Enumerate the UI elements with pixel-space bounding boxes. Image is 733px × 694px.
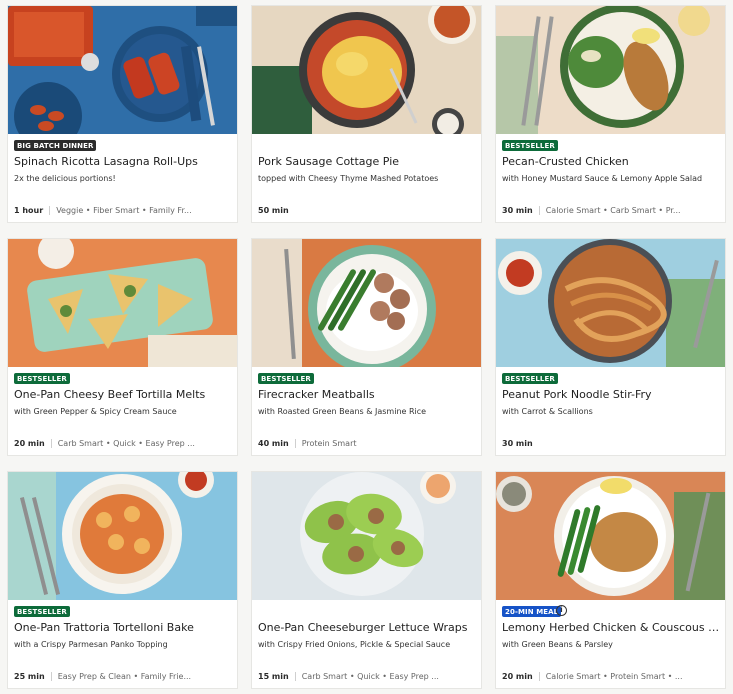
recipe-time: 30 min bbox=[502, 439, 533, 448]
recipe-card[interactable]: BESTSELLER One-Pan Trattoria Tortelloni … bbox=[8, 472, 237, 688]
recipe-image[interactable] bbox=[8, 6, 237, 134]
recipe-title[interactable]: Pork Sausage Cottage Pie bbox=[258, 155, 476, 168]
recipe-subtitle: with Honey Mustard Sauce & Lemony Apple … bbox=[502, 174, 703, 183]
recipe-card[interactable]: BESTSELLER Firecracker Meatballs with Ro… bbox=[252, 239, 481, 455]
recipe-image[interactable] bbox=[496, 239, 725, 367]
recipe-image[interactable] bbox=[496, 472, 725, 600]
recipe-time: 40 min bbox=[258, 439, 289, 448]
recipe-title[interactable]: Lemony Herbed Chicken & Couscous Ski... bbox=[502, 621, 720, 634]
bestseller-badge: BESTSELLER bbox=[502, 140, 558, 151]
recipe-subtitle: with Crispy Fried Onions, Pickle & Speci… bbox=[258, 640, 451, 649]
divider bbox=[538, 672, 540, 681]
big-batch-badge: BIG BATCH DINNER bbox=[14, 140, 97, 151]
recipe-card[interactable]: Pork Sausage Cottage Pie topped with Che… bbox=[252, 6, 481, 222]
bestseller-badge: BESTSELLER bbox=[14, 373, 70, 384]
recipe-subtitle: 2x the delicious portions! bbox=[14, 174, 116, 183]
recipe-tags: Easy Prep & Clean • Family Frie... bbox=[57, 672, 192, 681]
recipe-image[interactable] bbox=[496, 6, 725, 134]
recipe-image[interactable] bbox=[252, 239, 481, 367]
recipe-title[interactable]: Pecan-Crusted Chicken bbox=[502, 155, 720, 168]
recipe-title[interactable]: Firecracker Meatballs bbox=[258, 388, 476, 401]
recipe-card[interactable]: BIG BATCH DINNER Spinach Ricotta Lasagna… bbox=[8, 6, 237, 222]
recipe-title[interactable]: One-Pan Trattoria Tortelloni Bake bbox=[14, 621, 232, 634]
recipe-meta: 1 hour Veggie • Fiber Smart • Family Fr.… bbox=[14, 206, 232, 215]
recipe-subtitle: with Green Pepper & Spicy Cream Sauce bbox=[14, 407, 177, 416]
divider bbox=[294, 439, 296, 448]
recipe-time: 20 min bbox=[502, 672, 533, 681]
recipe-meta: 15 min Carb Smart • Quick • Easy Prep ..… bbox=[258, 672, 476, 681]
recipe-tags: Calorie Smart • Protein Smart • ... bbox=[545, 672, 683, 681]
recipe-title[interactable]: One-Pan Cheesy Beef Tortilla Melts bbox=[14, 388, 232, 401]
recipe-tags: Carb Smart • Quick • Easy Prep ... bbox=[57, 439, 195, 448]
recipe-subtitle: with Roasted Green Beans & Jasmine Rice bbox=[258, 407, 427, 416]
bestseller-badge: BESTSELLER bbox=[502, 373, 558, 384]
recipe-meta: 30 min bbox=[502, 439, 720, 448]
recipe-time: 15 min bbox=[258, 672, 289, 681]
recipe-time: 30 min bbox=[502, 206, 533, 215]
recipe-tags: Calorie Smart • Carb Smart • Pr... bbox=[545, 206, 681, 215]
recipe-card[interactable]: BESTSELLER Peanut Pork Noodle Stir-Fry w… bbox=[496, 239, 725, 455]
recipe-subtitle: with Carrot & Scallions bbox=[502, 407, 593, 416]
recipe-image[interactable] bbox=[8, 239, 237, 367]
recipe-time: 1 hour bbox=[14, 206, 44, 215]
recipe-meta: 50 min bbox=[258, 206, 476, 215]
recipe-tags: Carb Smart • Quick • Easy Prep ... bbox=[301, 672, 439, 681]
recipe-meta: 25 min Easy Prep & Clean • Family Frie..… bbox=[14, 672, 232, 681]
info-icon[interactable]: i bbox=[556, 605, 567, 616]
recipe-image[interactable] bbox=[252, 6, 481, 134]
recipe-subtitle: topped with Cheesy Thyme Mashed Potatoes bbox=[258, 174, 439, 183]
recipe-image[interactable] bbox=[8, 472, 237, 600]
recipe-meta: 30 min Calorie Smart • Carb Smart • Pr..… bbox=[502, 206, 720, 215]
recipe-meta: 20 min Carb Smart • Quick • Easy Prep ..… bbox=[14, 439, 232, 448]
bestseller-badge: BESTSELLER bbox=[258, 373, 314, 384]
recipe-meta: 20 min Calorie Smart • Protein Smart • .… bbox=[502, 672, 720, 681]
recipe-time: 50 min bbox=[258, 206, 289, 215]
recipe-time: 25 min bbox=[14, 672, 45, 681]
divider bbox=[294, 672, 296, 681]
recipe-card[interactable]: 20-MIN MEAL i Lemony Herbed Chicken & Co… bbox=[496, 472, 725, 688]
recipe-time: 20 min bbox=[14, 439, 45, 448]
recipe-card[interactable]: One-Pan Cheeseburger Lettuce Wraps with … bbox=[252, 472, 481, 688]
recipe-meta: 40 min Protein Smart bbox=[258, 439, 476, 448]
recipe-image[interactable] bbox=[252, 472, 481, 600]
recipe-card[interactable]: BESTSELLER One-Pan Cheesy Beef Tortilla … bbox=[8, 239, 237, 455]
recipe-title[interactable]: Spinach Ricotta Lasagna Roll-Ups bbox=[14, 155, 232, 168]
recipe-subtitle: with Green Beans & Parsley bbox=[502, 640, 613, 649]
recipe-title[interactable]: Peanut Pork Noodle Stir-Fry bbox=[502, 388, 720, 401]
recipe-card[interactable]: BESTSELLER Pecan-Crusted Chicken with Ho… bbox=[496, 6, 725, 222]
recipe-title[interactable]: One-Pan Cheeseburger Lettuce Wraps bbox=[258, 621, 476, 634]
bestseller-badge: BESTSELLER bbox=[14, 606, 70, 617]
recipe-tags: Protein Smart bbox=[301, 439, 357, 448]
divider bbox=[50, 672, 52, 681]
recipe-subtitle: with a Crispy Parmesan Panko Topping bbox=[14, 640, 168, 649]
recipe-tags: Veggie • Fiber Smart • Family Fr... bbox=[56, 206, 192, 215]
divider bbox=[49, 206, 51, 215]
divider bbox=[50, 439, 52, 448]
divider bbox=[538, 206, 540, 215]
twenty-min-meal-badge: 20-MIN MEAL bbox=[502, 606, 562, 617]
